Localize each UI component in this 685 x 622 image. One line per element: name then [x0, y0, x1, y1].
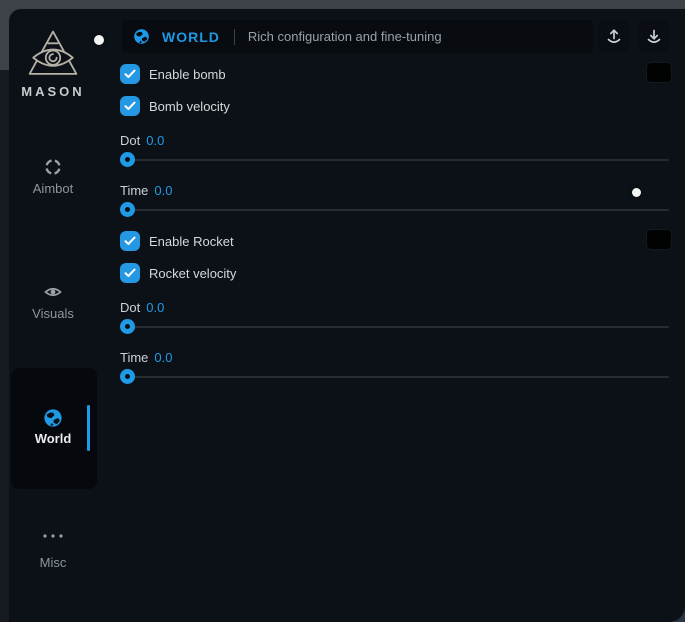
page-title: WORLD [162, 29, 220, 45]
overlay-dot [632, 188, 641, 197]
bomb-dot-slider-label: Dot 0.0 [120, 133, 164, 148]
masonic-eye-icon [9, 28, 97, 82]
check-icon [124, 268, 136, 278]
rocket-dot-slider-track[interactable] [120, 326, 669, 328]
background-left-strip [0, 70, 9, 622]
ellipsis-icon[interactable] [9, 532, 97, 552]
slider-name: Time [120, 183, 148, 198]
slider-name: Dot [120, 300, 140, 315]
app-logo-text: MASON [9, 84, 97, 99]
header-divider [234, 29, 235, 45]
rocket-velocity-checkbox[interactable] [120, 263, 140, 283]
bomb-velocity-checkbox[interactable] [120, 96, 140, 116]
enable-bomb-row: Enable bomb [120, 64, 226, 84]
bomb-velocity-label: Bomb velocity [149, 99, 230, 114]
check-icon [124, 69, 136, 79]
enable-rocket-checkbox[interactable] [120, 231, 140, 251]
rocket-color-swatch[interactable] [646, 229, 672, 250]
enable-bomb-checkbox[interactable] [120, 64, 140, 84]
slider-value: 0.0 [146, 300, 164, 315]
sidebar-item-misc[interactable]: Misc [9, 555, 97, 570]
slider-name: Dot [120, 133, 140, 148]
slider-value: 0.0 [154, 350, 172, 365]
page-header: WORLD Rich configuration and fine-tuning [122, 20, 593, 53]
sidebar-item-visuals[interactable]: Visuals [9, 306, 97, 321]
overlay-dot [94, 35, 104, 45]
enable-rocket-label: Enable Rocket [149, 234, 234, 249]
rocket-time-slider-track[interactable] [120, 376, 669, 378]
bomb-velocity-row: Bomb velocity [120, 96, 230, 116]
download-icon [644, 26, 664, 46]
eye-icon[interactable] [9, 282, 97, 302]
slider-name: Time [120, 350, 148, 365]
rocket-dot-slider-label: Dot 0.0 [120, 300, 164, 315]
rocket-time-slider-label: Time 0.0 [120, 350, 172, 365]
download-config-button[interactable] [638, 20, 670, 52]
rocket-velocity-label: Rocket velocity [149, 266, 236, 281]
sidebar-item-world-active-box[interactable] [11, 368, 97, 489]
upload-config-button[interactable] [598, 20, 630, 52]
page-subtitle: Rich configuration and fine-tuning [248, 29, 442, 44]
enable-rocket-row: Enable Rocket [120, 231, 234, 251]
bomb-time-slider-thumb[interactable] [120, 202, 135, 217]
bomb-time-slider-label: Time 0.0 [120, 183, 172, 198]
check-icon [124, 101, 136, 111]
sidebar-item-world[interactable]: World [9, 431, 97, 446]
bomb-time-slider-track[interactable] [120, 209, 669, 211]
sidebar-item-aimbot[interactable]: Aimbot [9, 181, 97, 196]
bomb-color-swatch[interactable] [646, 62, 672, 83]
globe-icon[interactable] [9, 408, 97, 428]
check-icon [124, 236, 136, 246]
bomb-dot-slider-thumb[interactable] [120, 152, 135, 167]
rocket-time-slider-thumb[interactable] [120, 369, 135, 384]
slider-value: 0.0 [146, 133, 164, 148]
upload-icon [604, 26, 624, 46]
globe-icon [133, 28, 150, 45]
bomb-dot-slider-track[interactable] [120, 159, 669, 161]
crosshair-icon[interactable] [9, 157, 97, 177]
rocket-dot-slider-thumb[interactable] [120, 319, 135, 334]
enable-bomb-label: Enable bomb [149, 67, 226, 82]
slider-value: 0.0 [154, 183, 172, 198]
active-tab-indicator [87, 405, 90, 451]
menu-window: MASON Aimbot Visuals World Misc [9, 9, 685, 622]
rocket-velocity-row: Rocket velocity [120, 263, 236, 283]
